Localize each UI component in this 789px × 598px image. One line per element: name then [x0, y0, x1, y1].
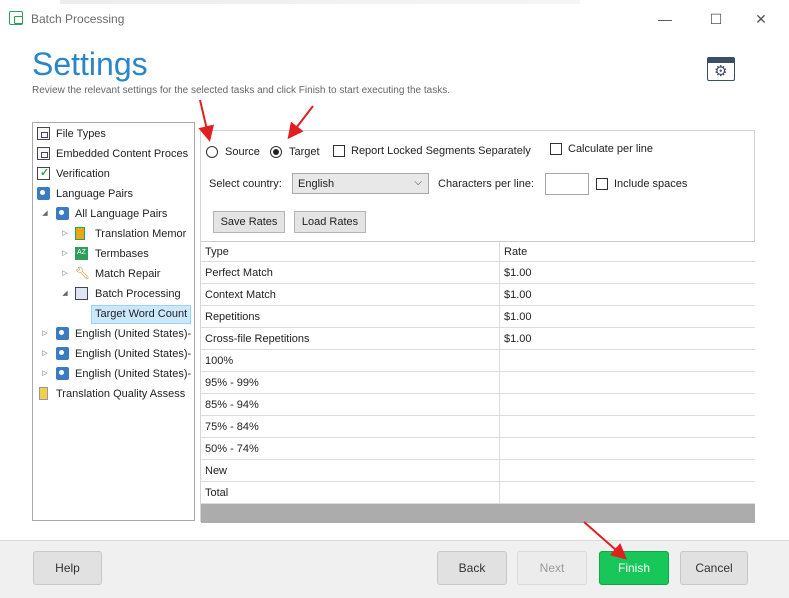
- arrow-to-target-radio: [287, 105, 314, 140]
- arrow-to-source-radio: [198, 99, 215, 142]
- arrow-to-finish-button: [583, 521, 628, 560]
- annotation-arrows: [198, 99, 628, 560]
